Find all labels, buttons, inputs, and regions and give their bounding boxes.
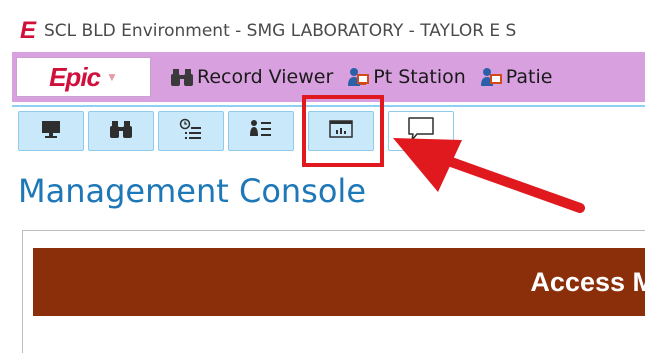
- page-title: Management Console: [18, 172, 366, 210]
- panel-header: Access M: [33, 248, 645, 316]
- application-window: E SCL BLD Environment - SMG LABORATORY -…: [0, 0, 645, 353]
- panel-header-label: Access M: [530, 266, 645, 297]
